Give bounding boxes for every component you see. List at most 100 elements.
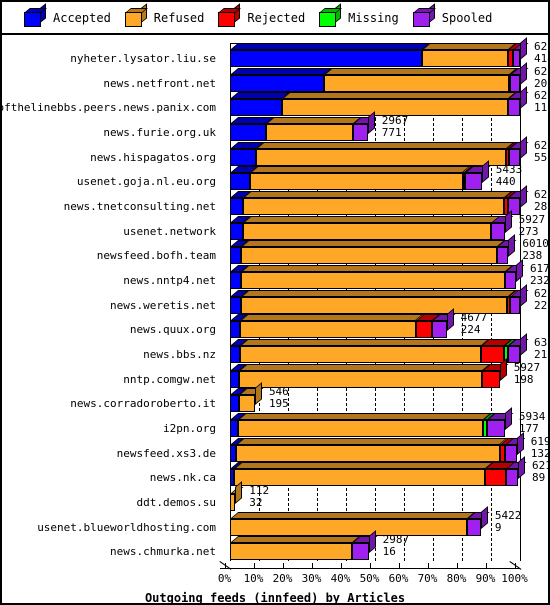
bar-row [230, 110, 377, 141]
cube-icon-rejected [218, 3, 242, 27]
bar-segment-rejected [484, 469, 507, 487]
bar-row [230, 135, 529, 166]
legend-item-rejected[interactable]: Rejected [218, 3, 305, 27]
category-label: nntp.comgw.net [123, 372, 216, 386]
bar-value-labels: 6272229 [534, 287, 548, 312]
bar-segment-spooled [505, 271, 516, 289]
legend-item-missing[interactable]: Missing [319, 3, 399, 27]
bar-segment-accepted [230, 99, 282, 117]
bar-segment-spooled [508, 99, 520, 117]
bar-right-face [481, 160, 489, 184]
bar-segment-top-refused [250, 166, 472, 174]
legend-label: Missing [348, 10, 399, 25]
bar-value-labels: 5433 440 [496, 164, 523, 188]
bar-segment-top-refused [236, 437, 508, 445]
bar-segment-accepted [230, 173, 251, 191]
bar-value-labels: 6256285 [534, 188, 548, 213]
bar-segment-spooled [513, 49, 520, 67]
bar-segment-top-refused [242, 215, 500, 223]
bar-segment-refused [265, 123, 353, 141]
x-tick [369, 563, 371, 569]
bar-secondary-value: 16 [382, 545, 396, 559]
bar-row [230, 36, 529, 67]
category-label: newsfeed.xs3.de [116, 446, 216, 460]
bar-secondary-value: 273 [518, 224, 539, 238]
bar-row [230, 406, 514, 437]
bar-total-value: 5927 [513, 360, 541, 374]
legend-label: Spooled [441, 10, 493, 25]
bar-value-labels: 5927 198 [513, 360, 541, 386]
bar-row [230, 86, 529, 117]
bar-segment-top-refused [239, 338, 489, 346]
bar-right-face [516, 431, 524, 455]
bar-segment-spooled [486, 419, 505, 437]
bar-value-labels: 2967 771 [381, 114, 409, 139]
bar-secondary-value: 2008 [534, 76, 548, 90]
bar-right-face [520, 184, 527, 208]
bar-row [230, 505, 490, 536]
bar-value-labels: 6171232 [530, 262, 548, 287]
chart-legend: Accepted Refused Rejected Missing Spooled [2, 2, 548, 35]
bar-row [230, 61, 529, 92]
bar-segment-refused [243, 197, 505, 215]
bar-right-face [504, 406, 512, 430]
bar-segment-accepted [230, 296, 241, 314]
bar-segment-accepted [230, 222, 243, 240]
bar-segment-spooled [505, 444, 517, 462]
bar-value-labels: 62561117 [534, 90, 548, 114]
bar-segment-accepted [230, 321, 241, 339]
bar-value-labels: 6252558 [534, 139, 548, 164]
bar-segment-accepted [230, 419, 239, 437]
bar-secondary-value: 771 [381, 125, 402, 139]
bar-right-face [235, 480, 243, 504]
legend-label: Accepted [53, 10, 111, 25]
bar-segment-top-accepted [230, 67, 333, 75]
bar-value-labels: 4677 224 [461, 312, 488, 336]
x-tick [398, 563, 400, 569]
category-label: news.nntp4.net [123, 273, 216, 287]
x-tick [340, 563, 342, 569]
category-label: news.hispagatos.org [90, 150, 216, 164]
bar-segment-spooled [352, 123, 368, 141]
bar-row [230, 530, 377, 561]
x-tick [253, 563, 255, 569]
bar-segment-refused [230, 543, 352, 561]
legend-item-refused[interactable]: Refused [124, 3, 204, 27]
x-tick [282, 563, 284, 569]
legend-item-accepted[interactable]: Accepted [24, 3, 111, 27]
bar-secondary-value: 440 [495, 175, 516, 189]
bar-segment-top-refused [238, 363, 490, 371]
bar-segment-refused [255, 148, 506, 166]
bar-segment-accepted [230, 395, 239, 413]
bar-segment-top-accepted [230, 42, 431, 50]
bar-secondary-value: 9 [494, 520, 502, 534]
bar-secondary-value: 4149 [534, 51, 548, 65]
category-label: news.furie.org.uk [103, 125, 216, 139]
x-tick [456, 563, 458, 569]
bar-segment-accepted [230, 197, 244, 215]
bar-value-labels: 5934 177 [519, 410, 546, 435]
bar-value-labels: 6363219 [534, 336, 548, 361]
category-label: news.weretis.net [110, 298, 216, 312]
bar-secondary-value: 89 [531, 471, 546, 485]
bar-value-labels: 5422 9 [494, 508, 522, 534]
legend-item-spooled[interactable]: Spooled [412, 3, 493, 27]
bar-value-labels: 62052008 [534, 65, 548, 90]
bar-row [230, 382, 264, 413]
bar-secondary-value: 224 [460, 323, 481, 337]
bar-value-labels: 6010 238 [522, 238, 548, 262]
category-label: nyheter.lysator.liu.se [70, 51, 216, 65]
bar-row [230, 456, 527, 487]
bar-total-value: 6192 [530, 434, 548, 448]
x-tick [485, 563, 487, 569]
bar-value-labels: 621689 [531, 460, 548, 485]
bar-row [230, 332, 529, 363]
category-label: news.bbs.nz [143, 347, 216, 361]
category-label: i2pn.org [163, 421, 216, 435]
bar-right-face [508, 234, 516, 258]
bar-segment-refused [240, 271, 506, 289]
bar-total-value: 5422 [494, 508, 522, 522]
chart-title: Outgoing feeds (innfeed) by Articles [144, 591, 406, 605]
bar-segment-refused [236, 444, 500, 462]
bar-segment-refused [250, 173, 463, 191]
